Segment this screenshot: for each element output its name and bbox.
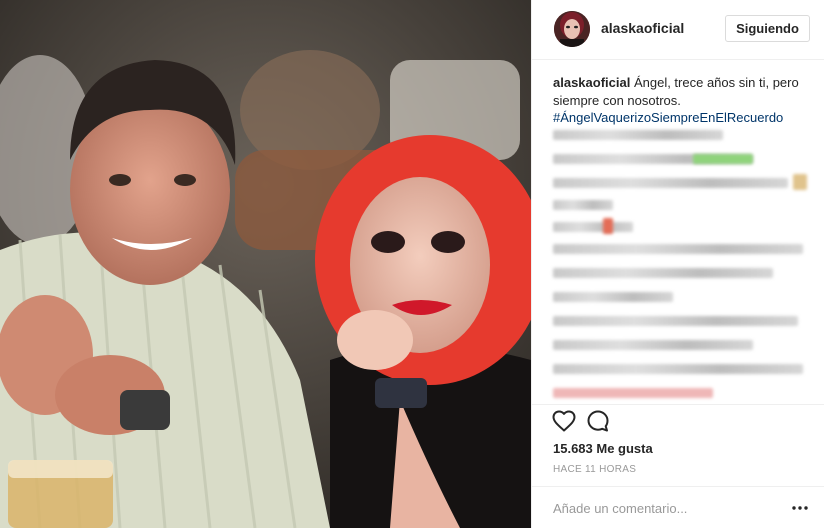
post-header: alaskaoficial Siguiendo — [532, 0, 824, 60]
comment-icon[interactable] — [587, 410, 609, 432]
blurred-comment — [553, 200, 613, 210]
blurred-comment — [603, 218, 613, 234]
comment-input[interactable] — [553, 497, 773, 519]
post-photo[interactable] — [0, 0, 531, 528]
blurred-comment — [553, 292, 673, 302]
caption-hashtag[interactable]: #ÁngelVaquerizoSiempreEnElRecuerdo — [553, 110, 783, 125]
actions-divider — [532, 404, 824, 405]
likes-count[interactable]: 15.683 Me gusta — [553, 441, 653, 456]
blurred-comment — [553, 130, 723, 140]
blurred-comment — [553, 388, 713, 398]
blurred-comment — [693, 154, 753, 164]
avatar-image — [554, 11, 590, 47]
post-sidebar: alaskaoficial Siguiendo alaskaoficial Án… — [531, 0, 824, 528]
blurred-comment — [553, 222, 633, 232]
blurred-comment — [553, 340, 753, 350]
heart-icon[interactable] — [552, 410, 576, 432]
post-caption: alaskaoficial Ángel, trece años sin ti, … — [553, 74, 815, 127]
photo-illustration — [0, 0, 531, 528]
post-timestamp: HACE 11 HORAS — [553, 464, 637, 475]
comments-list-blurred — [553, 128, 815, 410]
blurred-comment — [553, 364, 803, 374]
more-options-icon[interactable] — [791, 502, 809, 514]
header-username[interactable]: alaskaoficial — [601, 20, 684, 36]
blurred-comment — [553, 244, 803, 254]
avatar[interactable] — [554, 11, 590, 47]
caption-username[interactable]: alaskaoficial — [553, 75, 630, 90]
blurred-comment — [553, 268, 773, 278]
comment-box — [532, 486, 824, 528]
blurred-comment — [553, 178, 788, 188]
blurred-comment — [553, 316, 798, 326]
blurred-comment — [793, 174, 807, 190]
following-button[interactable]: Siguiendo — [725, 15, 810, 42]
